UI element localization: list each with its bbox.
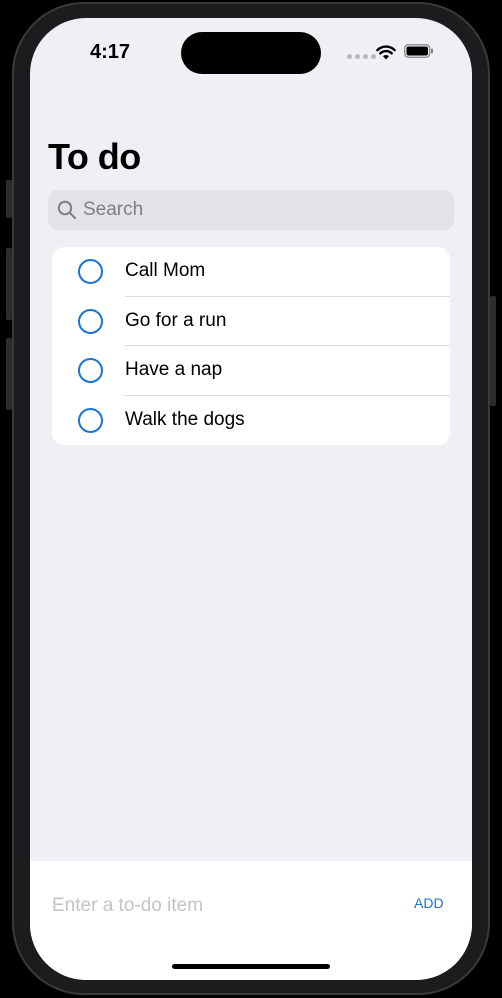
todo-item-label: Have a nap bbox=[125, 359, 223, 380]
todo-item[interactable]: Call Mom bbox=[52, 247, 450, 297]
todo-item[interactable]: Have a nap bbox=[52, 346, 450, 396]
status-bar: 4:17 bbox=[30, 18, 472, 82]
page-title: To do bbox=[48, 136, 141, 177]
add-button[interactable]: ADD bbox=[414, 895, 444, 911]
checkbox-circle-icon[interactable] bbox=[78, 259, 103, 284]
power-button bbox=[490, 296, 496, 406]
checkbox-circle-icon[interactable] bbox=[78, 358, 103, 383]
todo-input[interactable] bbox=[52, 889, 382, 923]
todo-list: Call Mom Go for a run Have a nap Walk th… bbox=[52, 247, 450, 445]
dynamic-island bbox=[181, 32, 321, 74]
status-time: 4:17 bbox=[90, 41, 131, 63]
search-bar[interactable] bbox=[48, 190, 454, 230]
todo-item[interactable]: Walk the dogs bbox=[52, 396, 450, 446]
search-icon bbox=[57, 200, 77, 220]
todo-item-label: Go for a run bbox=[125, 309, 227, 331]
todo-item-label: Walk the dogs bbox=[125, 408, 245, 430]
action-button bbox=[6, 180, 12, 218]
wifi-icon bbox=[376, 45, 396, 60]
composer-bar: ADD bbox=[30, 861, 472, 980]
volume-up-button bbox=[6, 248, 12, 320]
checkbox-circle-icon[interactable] bbox=[78, 407, 103, 433]
battery-icon bbox=[404, 44, 433, 58]
signal-dots-icon bbox=[347, 54, 376, 59]
checkbox-circle-icon[interactable] bbox=[78, 308, 103, 334]
todo-item[interactable]: Go for a run bbox=[52, 297, 450, 346]
home-indicator[interactable] bbox=[172, 964, 330, 969]
volume-down-button bbox=[6, 338, 12, 410]
app-screen: 4:17 To do Call Mom Go for a run bbox=[30, 18, 472, 980]
todo-item-label: Call Mom bbox=[125, 260, 206, 281]
search-input[interactable] bbox=[83, 190, 443, 230]
